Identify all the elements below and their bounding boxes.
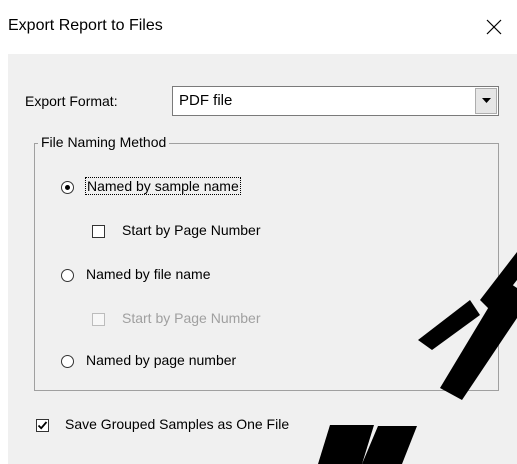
close-icon [486,19,502,35]
title-bar: Export Report to Files [0,0,517,54]
checkbox-label-save-grouped[interactable]: Save Grouped Samples as One File [65,416,289,432]
radio-named-by-sample-name[interactable] [61,181,74,194]
window-title: Export Report to Files [8,17,163,34]
close-button[interactable] [471,0,517,54]
radio-named-by-file-name[interactable] [61,269,74,282]
radio-label-named-by-sample-name[interactable]: Named by sample name [85,177,241,195]
chevron-down-icon [481,98,491,103]
file-naming-method-title: File Naming Method [38,134,170,150]
radio-label-named-by-page-number[interactable]: Named by page number [86,352,236,368]
checkbox-label-start-by-page-number-file: Start by Page Number [122,310,261,326]
checkbox-save-grouped[interactable] [36,419,49,432]
export-format-value: PDF file [179,92,233,109]
checkbox-start-by-page-number-sample[interactable] [92,225,105,238]
checkbox-label-start-by-page-number-sample[interactable]: Start by Page Number [122,222,261,238]
radio-label-named-by-file-name[interactable]: Named by file name [86,266,211,282]
export-format-label: Export Format: [25,93,118,109]
export-format-dropdown[interactable]: PDF file [172,86,499,116]
radio-named-by-page-number[interactable] [61,355,74,368]
checkbox-start-by-page-number-file [92,313,105,326]
export-report-dialog: Export Report to Files Export Format: PD… [0,0,517,464]
check-icon [37,421,48,430]
dropdown-button[interactable] [475,88,497,114]
